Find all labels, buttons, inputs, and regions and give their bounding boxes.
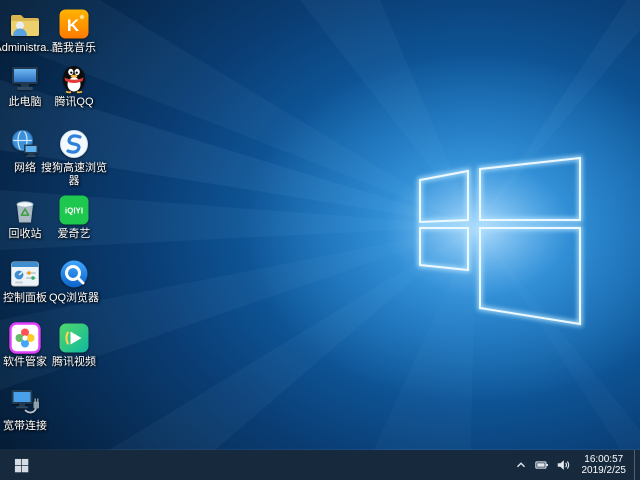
tencent-video-icon [59, 323, 89, 353]
battery-icon[interactable] [532, 450, 553, 480]
system-tray[interactable]: 16:00:57 2019/2/25 [511, 450, 640, 480]
kuwo-logo-letter: K [67, 16, 80, 35]
desktop-icon-label: 爱奇艺 [57, 228, 91, 240]
broadband-connection-icon [11, 390, 39, 414]
iqiyi-icon: iQIYI [59, 195, 89, 225]
desktop-icon-label: 酷我音乐 [52, 42, 96, 54]
desktop-icon-qq-browser[interactable]: QQ浏览器 [42, 258, 106, 305]
desktop-icon-label: 此电脑 [8, 96, 42, 108]
sogou-browser-icon [60, 130, 88, 158]
show-desktop-button[interactable] [634, 450, 640, 480]
hidden-icons-chevron-icon[interactable] [511, 450, 532, 480]
desktop-icon-label: 控制面板 [3, 292, 47, 304]
desktop-icon-broadband-connection[interactable]: 宽带连接 [0, 386, 57, 433]
desktop-icon-label: 宽带连接 [3, 420, 47, 432]
control-panel-icon [11, 261, 39, 287]
volume-icon[interactable] [553, 450, 574, 480]
desktop-icon-kuwo-music[interactable]: K 酷我音乐 [42, 8, 106, 55]
windows-logo-icon [14, 458, 28, 472]
recycle-bin-icon [16, 201, 34, 223]
desktop-icon-label: 回收站 [8, 228, 42, 240]
kuwo-music-icon: K [59, 9, 89, 39]
desktop-icon-label: 腾讯QQ [54, 96, 94, 108]
desktop-icon-label: 网络 [14, 162, 36, 174]
software-manager-icon [9, 322, 41, 354]
desktop-icon-label: QQ浏览器 [48, 292, 100, 304]
desktop-icon-tencent-video[interactable]: 腾讯视频 [42, 322, 106, 369]
desktop-icon-label: 软件管家 [3, 356, 47, 368]
clock-date: 2019/2/25 [581, 465, 627, 476]
desktop-icon-iqiyi[interactable]: iQIYI 爱奇艺 [42, 194, 106, 241]
taskbar-clock[interactable]: 16:00:57 2019/2/25 [574, 450, 635, 480]
clock-time: 16:00:57 [584, 454, 624, 465]
desktop-icon-label: 腾讯视频 [52, 356, 96, 368]
iqiyi-logo-text: iQIYI [65, 207, 83, 216]
desktop-icon-label: 搜狗高速浏览器 [41, 162, 107, 187]
desktop-icon-tencent-qq[interactable]: 腾讯QQ [42, 62, 106, 109]
network-icon [11, 129, 38, 158]
user-files-icon [11, 15, 39, 36]
tencent-qq-icon [63, 66, 85, 94]
desktop[interactable]: Administra... 此电脑 网络 回收站 控制面板 软件管家 宽带连接 … [0, 0, 640, 480]
this-pc-icon [12, 67, 38, 90]
desktop-icon-sogou-browser[interactable]: 搜狗高速浏览器 [40, 128, 108, 188]
taskbar[interactable]: 16:00:57 2019/2/25 [0, 450, 640, 480]
qq-browser-icon [60, 260, 88, 288]
start-button[interactable] [0, 450, 42, 480]
